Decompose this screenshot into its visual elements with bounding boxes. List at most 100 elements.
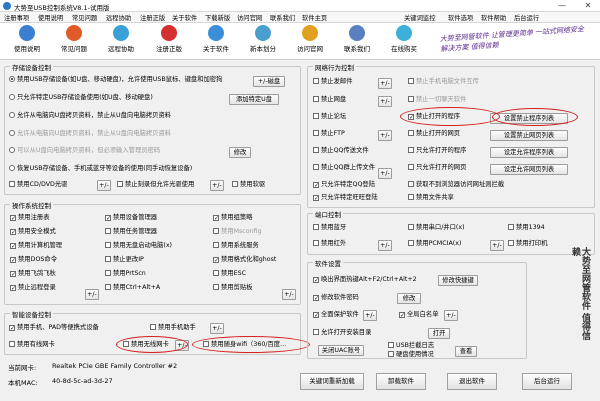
- uninstall-button[interactable]: 卸载软件: [376, 373, 426, 390]
- port-checkbox[interactable]: 禁用红外: [313, 240, 346, 248]
- phone-pad-checkbox[interactable]: 禁用手机、PAD等便携式设备: [9, 324, 99, 332]
- background-run-button[interactable]: 后台运行: [522, 373, 572, 390]
- network-checkbox[interactable]: 禁止打开的网页: [408, 130, 460, 138]
- os-checkbox[interactable]: 禁用注册表: [10, 214, 49, 222]
- plus-button[interactable]: +/-: [210, 323, 224, 334]
- plus-button[interactable]: +/-: [378, 78, 392, 89]
- storage-opt-password[interactable]: 可以从U盘向电脑拷贝资料，但必须输入管理员密码: [9, 147, 160, 155]
- os-checkbox[interactable]: 禁用安全模式: [10, 228, 56, 236]
- password-modify-button[interactable]: 修改: [397, 293, 421, 304]
- os-checkbox[interactable]: 禁用无盘启动电脑(x): [105, 242, 172, 250]
- set-block-web-button[interactable]: 设置禁止网页列表: [490, 130, 568, 141]
- reload-keywords-button[interactable]: 关键词重新加载: [300, 373, 364, 390]
- whitelist-checkbox[interactable]: 全局白名单: [399, 311, 438, 319]
- plus-button[interactable]: +/-: [378, 130, 392, 141]
- open-button[interactable]: 打开: [428, 328, 450, 339]
- protect-checkbox[interactable]: 全面保护软件: [313, 311, 359, 319]
- plus-button[interactable]: +/-: [97, 180, 111, 191]
- password-checkbox[interactable]: 修改软件密码: [313, 294, 359, 302]
- menu-item[interactable]: 软件主页: [302, 13, 327, 22]
- network-checkbox[interactable]: 只允许打开的网页: [408, 164, 466, 172]
- network-checkbox[interactable]: 禁止手机电脑文件互传: [408, 78, 479, 86]
- os-checkbox[interactable]: 禁用计算机管理: [10, 242, 62, 250]
- usb-log-checkbox[interactable]: USB拦截日志: [388, 342, 434, 350]
- toolbar-faq[interactable]: 常见问题: [57, 25, 91, 53]
- plus-button[interactable]: +/-: [378, 96, 392, 107]
- plus-button[interactable]: +/-: [490, 240, 504, 251]
- menu-item[interactable]: 注册正版: [140, 13, 165, 22]
- floppy-checkbox[interactable]: 禁用软驱: [232, 181, 265, 189]
- os-checkbox[interactable]: 禁用系统服务: [213, 242, 259, 250]
- minimize-button[interactable]: —: [552, 0, 572, 12]
- menu-item[interactable]: 软件帮助: [481, 13, 506, 22]
- toolbar-manual[interactable]: 使用说明: [10, 25, 44, 53]
- phone-assist-checkbox[interactable]: 禁用手机助手: [150, 324, 196, 332]
- os-checkbox[interactable]: 禁止远程登录: [10, 284, 56, 292]
- network-checkbox[interactable]: 只允许打开的程序: [408, 147, 466, 155]
- os-checkbox[interactable]: 禁用剪贴板: [213, 284, 252, 292]
- exit-button[interactable]: 退出软件: [447, 373, 497, 390]
- network-checkbox[interactable]: 禁止网盘: [313, 96, 346, 104]
- view-button[interactable]: 查看: [455, 346, 477, 357]
- os-checkbox[interactable]: 禁用格式化和ghost: [213, 256, 276, 264]
- set-allow-web-button[interactable]: 设定允许网页列表: [490, 164, 568, 175]
- port-checkbox[interactable]: 禁用1394: [508, 224, 545, 232]
- storage-opt-copy-out[interactable]: 允许从电脑向U盘拷贝资料，禁止从U盘向电脑拷贝资料: [9, 130, 171, 138]
- network-checkbox[interactable]: 禁止QQ群上传文件: [313, 164, 375, 172]
- os-checkbox[interactable]: 禁止更改IP: [105, 256, 144, 264]
- network-checkbox[interactable]: 禁止发邮件: [313, 78, 352, 86]
- toolbar-buy[interactable]: 在线购买: [387, 25, 421, 53]
- storage-opt-whitelist[interactable]: 只允许特定USB存储设备使用(如U盘、移动硬盘): [9, 94, 153, 102]
- close-button[interactable]: ✕: [578, 0, 598, 12]
- menu-item[interactable]: 软件选项: [448, 13, 473, 22]
- burn-checkbox[interactable]: 禁止刻录但允许光驱使用: [117, 181, 194, 189]
- network-checkbox[interactable]: 禁止QQ传送文件: [313, 147, 369, 155]
- menu-item[interactable]: 后台运行: [514, 13, 539, 22]
- network-checkbox[interactable]: 只允许特定旺旺登陆: [313, 194, 378, 202]
- plus-button[interactable]: +/-: [378, 240, 392, 251]
- set-allow-program-button[interactable]: 设定允许程序列表: [490, 147, 568, 158]
- menu-item[interactable]: 远程协助: [106, 13, 131, 22]
- plus-button[interactable]: +/-: [378, 168, 392, 179]
- install-dir-checkbox[interactable]: 允许打开安装目录: [313, 329, 371, 337]
- os-checkbox[interactable]: 禁用ESC: [213, 270, 246, 278]
- menu-item[interactable]: 关于软件: [172, 13, 197, 22]
- menu-item[interactable]: 联系我们: [270, 13, 295, 22]
- menu-item[interactable]: 访问官网: [237, 13, 262, 22]
- disk-usage-checkbox[interactable]: 硬盘使用情况: [388, 351, 434, 359]
- toolbar-version[interactable]: 新本划分: [246, 25, 280, 53]
- plus-button[interactable]: +/-: [210, 180, 224, 191]
- storage-opt-disable[interactable]: 禁用USB存储设备(如U盘、移动硬盘)，允许使用USB鼠标、键盘和加密狗: [9, 76, 222, 84]
- plus-button[interactable]: +/-: [282, 289, 296, 300]
- os-checkbox[interactable]: 禁用PrtScn: [105, 270, 146, 278]
- wired-nic-checkbox[interactable]: 禁用有线网卡: [9, 341, 55, 349]
- network-checkbox[interactable]: 禁用文件共享: [408, 194, 454, 202]
- cd-dvd-checkbox[interactable]: 禁用CD/DVD光驱: [9, 181, 67, 189]
- os-checkbox[interactable]: 禁用DOS命令: [10, 256, 57, 264]
- toolbar-about[interactable]: 关于软件: [199, 25, 233, 53]
- menu-item[interactable]: 关键词监控: [404, 13, 435, 22]
- modify-button[interactable]: 修改: [229, 147, 251, 158]
- port-checkbox[interactable]: 禁用串口/并口(x): [408, 224, 465, 232]
- storage-opt-readonly[interactable]: 允许从电脑向U盘拷贝资料，禁止从U盘向电脑拷贝资料: [9, 112, 171, 120]
- network-checkbox[interactable]: 只允许特定QQ登陆: [313, 181, 375, 189]
- network-checkbox[interactable]: 禁止论坛: [313, 113, 346, 121]
- toolbar-contact[interactable]: 联系我们: [340, 25, 374, 53]
- plus-disk-button[interactable]: +/-磁盘: [253, 76, 285, 87]
- hotkey-checkbox[interactable]: 唤出界面热键Alt+F2/Ctrl+Alt+2: [313, 276, 417, 284]
- os-checkbox[interactable]: 禁用飞鸽飞秋: [10, 270, 56, 278]
- os-checkbox[interactable]: 禁用设备管理器: [105, 214, 157, 222]
- toolbar-website[interactable]: 访问官网: [293, 25, 327, 53]
- os-checkbox[interactable]: 禁用Msconfig: [213, 228, 262, 236]
- port-checkbox[interactable]: 禁用蓝牙: [313, 224, 346, 232]
- menu-item[interactable]: 使用说明: [38, 13, 63, 22]
- os-checkbox[interactable]: 禁用任务管理器: [105, 228, 157, 236]
- close-uac-button[interactable]: 关闭UAC账号: [318, 345, 364, 356]
- network-checkbox[interactable]: 禁止一切聊天软件: [408, 96, 466, 104]
- network-checkbox[interactable]: 获取不到浏览器访问网址则拦截: [408, 181, 504, 189]
- port-checkbox[interactable]: 禁用PCMCIA(x): [408, 240, 461, 248]
- os-checkbox[interactable]: 禁用Ctrl+Alt+A: [105, 284, 160, 292]
- os-checkbox[interactable]: 禁用组策略: [213, 214, 252, 222]
- menu-item[interactable]: 下载新版: [205, 13, 230, 22]
- menu-item[interactable]: 常见问题: [72, 13, 97, 22]
